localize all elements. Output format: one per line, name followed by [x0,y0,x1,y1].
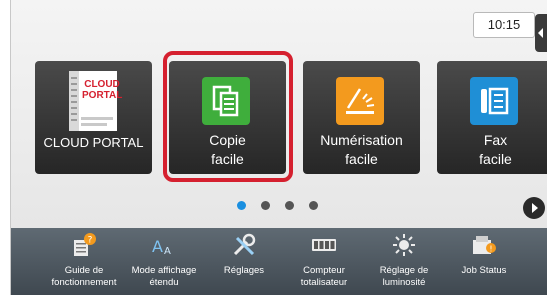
scan-icon [336,77,384,125]
job-status-label: Job Status [461,265,507,276]
brightness-icon [393,234,415,256]
tile-fax-facile[interactable]: Fax facile [437,61,547,174]
job-status-icon: ! [473,236,496,254]
total-counter-button[interactable]: Compteur totalisateur [285,228,363,295]
page-dot-4[interactable] [309,201,318,210]
cloud-portal-logo-line1: CLOUD [84,79,120,90]
tile-cloud-portal[interactable]: CLOUD PORTAL CLOUD PORTAL [35,61,152,174]
tools-icon [233,233,256,256]
guide-icon: ? [74,233,96,256]
fax-line1: Fax [483,132,508,148]
extended-display-button[interactable]: A A Mode affichage étendu [125,228,203,295]
side-panel-tab[interactable] [535,14,547,52]
guide-label: Guide de fonctionnement [51,265,117,288]
extended-display-label: Mode affichage étendu [131,265,197,288]
numerisation-line1: Numérisation [320,132,403,148]
cloud-portal-logo-line2: PORTAL [82,90,123,101]
page-dot-1[interactable] [237,201,246,210]
fax-icon [470,77,518,125]
tile-numerisation-facile[interactable]: Numérisation facile [303,61,420,174]
total-counter-label: Compteur totalisateur [300,265,348,288]
svg-text:A: A [164,246,171,257]
page-dot-2[interactable] [261,201,270,210]
counter-icon [312,239,336,251]
brightness-label: Réglage de luminosité [379,265,429,288]
next-page-button[interactable] [523,197,545,219]
guide-button[interactable]: ? Guide de fonctionnement [45,228,123,295]
selection-highlight [163,51,293,182]
page-dot-3[interactable] [285,201,294,210]
home-screen: 10:15 CLOUD PORTAL CLOUD PORTAL Copie fa… [10,0,547,295]
svg-text:A: A [152,237,163,256]
brightness-button[interactable]: Réglage de luminosité [365,228,443,295]
job-status-button[interactable]: ! Job Status [445,228,523,295]
zoom-text-icon: A A [152,237,171,257]
cloud-portal-label: CLOUD PORTAL [43,135,144,150]
svg-text:!: ! [489,245,492,254]
svg-text:?: ? [88,236,93,246]
settings-button[interactable]: Réglages [205,228,283,295]
settings-label: Réglages [223,265,265,276]
numerisation-line2: facile [345,151,378,167]
clock: 10:15 [473,12,535,38]
fax-line2: facile [479,151,512,167]
bottom-shortcut-bar: ? Guide de fonctionnement A A Mode affich… [11,228,547,295]
